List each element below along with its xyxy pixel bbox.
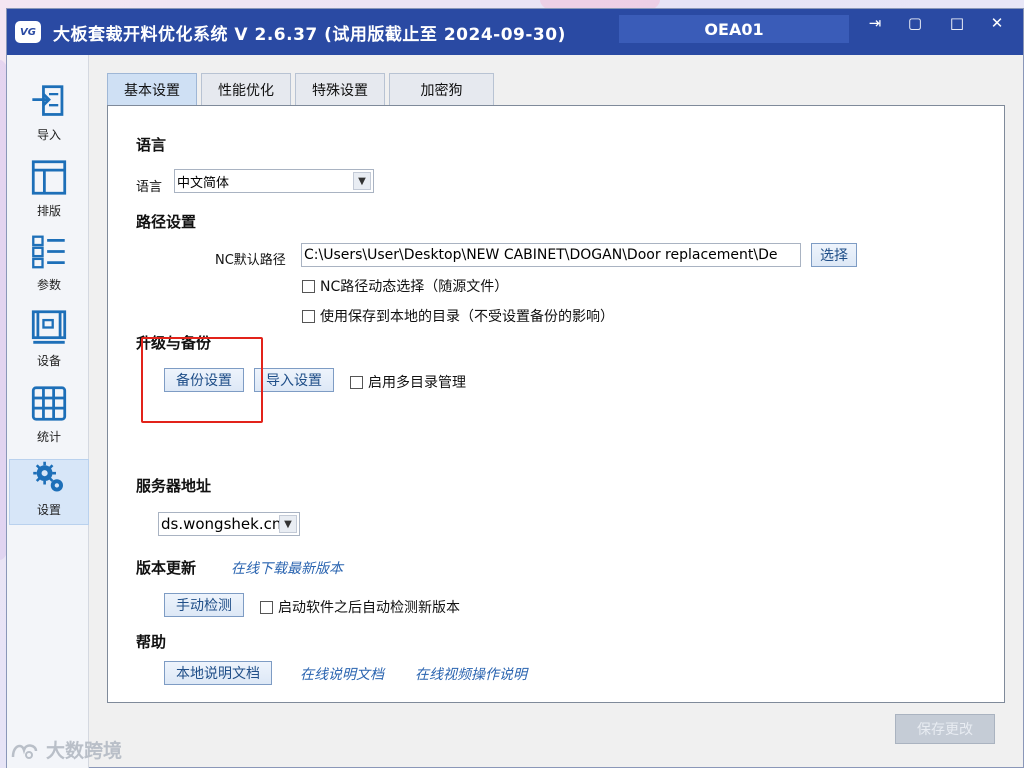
sidebar-item-statistics[interactable]: 统计	[9, 385, 89, 451]
sidebar-item-settings[interactable]: 设置	[9, 459, 89, 525]
manual-check-button[interactable]: 手动检测	[164, 593, 244, 617]
sidebar: 导入 排版 参数 设备 统计 设置	[7, 55, 89, 768]
tab-basic-settings[interactable]: 基本设置	[107, 73, 197, 105]
section-update: 版本更新	[136, 559, 197, 577]
language-select[interactable]: 中文简体 ▼	[174, 169, 374, 193]
sidebar-item-label: 设备	[36, 354, 61, 368]
tab-performance[interactable]: 性能优化	[201, 73, 291, 105]
sidebar-item-label: 参数	[36, 278, 61, 292]
auto-check-checkbox[interactable]: 启动软件之后自动检测新版本	[260, 597, 460, 617]
exit-icon[interactable]: ⇥	[855, 9, 895, 37]
multi-dir-checkbox[interactable]: 启用多目录管理	[350, 372, 466, 392]
nc-path-input[interactable]: C:\Users\User\Desktop\NEW CABINET\DOGAN\…	[301, 243, 801, 267]
checkbox-box	[302, 279, 315, 293]
checkbox-box	[350, 375, 363, 389]
device-icon	[31, 310, 67, 344]
tab-dongle[interactable]: 加密狗	[389, 73, 494, 105]
app-title: 大板套裁开料优化系统 V 2.6.37 (试用版截止至 2024-09-30)	[53, 24, 566, 45]
chevron-down-icon: ▼	[279, 515, 297, 533]
app-logo-icon: VG	[15, 21, 41, 43]
app-window: VG 大板套裁开料优化系统 V 2.6.37 (试用版截止至 2024-09-3…	[6, 8, 1024, 768]
sidebar-item-layout[interactable]: 排版	[9, 159, 89, 225]
nc-dynamic-checkbox[interactable]: NC路径动态选择（随源文件）	[302, 276, 508, 296]
local-dir-checkbox[interactable]: 使用保存到本地的目录（不受设置备份的影响）	[302, 306, 614, 326]
checkbox-box	[302, 309, 315, 323]
backup-settings-button[interactable]: 备份设置	[164, 368, 244, 392]
section-backup: 升级与备份	[136, 334, 212, 352]
section-help: 帮助	[136, 633, 167, 651]
sidebar-item-label: 导入	[36, 128, 61, 142]
sidebar-item-device[interactable]: 设备	[9, 309, 89, 375]
section-language: 语言	[136, 136, 167, 154]
restore-icon[interactable]: ▢	[895, 9, 935, 37]
close-button[interactable]: ✕	[977, 9, 1017, 37]
nc-path-label: NC默认路径	[215, 253, 286, 268]
maximize-button[interactable]: □	[937, 9, 977, 37]
title-bar: VG 大板套裁开料优化系统 V 2.6.37 (试用版截止至 2024-09-3…	[7, 9, 1023, 55]
import-icon	[32, 85, 64, 116]
checkbox-label: 使用保存到本地的目录（不受设置备份的影响）	[320, 309, 614, 325]
local-doc-button[interactable]: 本地说明文档	[164, 661, 272, 685]
checkbox-box	[260, 600, 273, 614]
settings-panel: 语言 语言 中文简体 ▼ 路径设置 NC默认路径 C:\Users\User\D…	[107, 105, 1005, 703]
video-guide-link[interactable]: 在线视频操作说明	[415, 664, 527, 684]
download-latest-link[interactable]: 在线下载最新版本	[231, 558, 343, 578]
checkbox-label: 启动软件之后自动检测新版本	[278, 600, 460, 616]
server-select-value: ds.wongshek.cn	[161, 515, 282, 533]
sidebar-item-label: 排版	[36, 204, 61, 218]
online-doc-link[interactable]: 在线说明文档	[300, 664, 384, 684]
sidebar-item-import[interactable]: 导入	[9, 83, 89, 149]
checkbox-label: 启用多目录管理	[368, 375, 466, 391]
server-select[interactable]: ds.wongshek.cn ▼	[158, 512, 300, 536]
checkbox-label: NC路径动态选择（随源文件）	[320, 279, 509, 295]
sidebar-item-label: 设置	[36, 503, 61, 517]
statistics-icon	[31, 386, 67, 421]
watermark-text: 大数跨境	[46, 740, 123, 762]
tab-special-settings[interactable]: 特殊设置	[295, 73, 385, 105]
sidebar-item-label: 统计	[36, 430, 61, 444]
chevron-down-icon: ▼	[353, 172, 371, 190]
section-paths: 路径设置	[136, 213, 197, 231]
sidebar-item-parameters[interactable]: 参数	[9, 233, 89, 299]
layout-icon	[31, 160, 67, 195]
watermark: 大数跨境	[10, 736, 122, 763]
settings-icon	[33, 461, 63, 492]
language-label: 语言	[136, 180, 163, 195]
import-settings-button[interactable]: 导入设置	[254, 368, 334, 392]
user-id-display: OEA01	[619, 15, 849, 43]
language-select-value: 中文简体	[177, 175, 230, 191]
save-changes-button[interactable]: 保存更改	[895, 714, 995, 744]
parameters-icon	[32, 235, 65, 269]
browse-button[interactable]: 选择	[811, 243, 857, 267]
section-server: 服务器地址	[136, 477, 212, 495]
watermark-logo-icon	[11, 743, 38, 759]
